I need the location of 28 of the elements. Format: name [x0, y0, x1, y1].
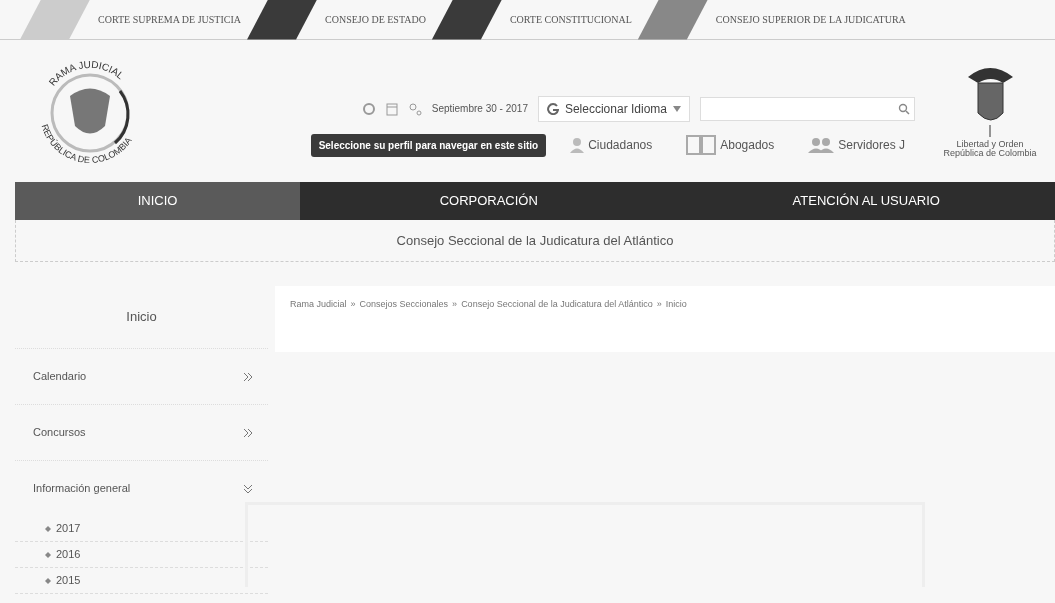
sidebar-item[interactable]: Información general	[15, 460, 268, 516]
breadcrumb-link[interactable]: Consejos Seccionales	[359, 298, 449, 312]
sidebar-subitem[interactable]: 2015	[15, 568, 268, 594]
breadcrumb-separator: »	[452, 298, 458, 311]
nav-tab[interactable]: INICIO	[15, 182, 300, 220]
profile-link[interactable]: Ciudadanos	[560, 136, 663, 154]
country-text: República de Colombia	[943, 148, 1037, 158]
sidebar-item[interactable]: Concursos	[15, 404, 268, 460]
top-link[interactable]: CORTE SUPREMA DE JUSTICIA	[98, 12, 242, 27]
date-text: Septiembre 30 - 2017	[431, 102, 528, 116]
breadcrumb-link[interactable]: Consejo Seccional de la Judicatura del Atlántico	[461, 298, 653, 312]
sidebar-title: Inicio	[126, 308, 157, 327]
sidebar-subitem[interactable]: 2017	[15, 516, 268, 542]
top-link[interactable]: CONSEJO DE ESTADO	[325, 12, 426, 27]
motto-text: Libertad y Orden	[956, 139, 1024, 149]
section-title: Consejo Seccional de la Judicatura del Atlántico	[396, 231, 674, 250]
breadcrumb-link[interactable]: Rama Judicial	[290, 298, 347, 312]
breadcrumb-separator: »	[350, 298, 356, 311]
breadcrumb-separator: »	[656, 298, 662, 311]
top-link[interactable]: CORTE CONSTITUCIONAL	[509, 12, 632, 27]
sidebar-subitem[interactable]: 2016	[15, 542, 268, 568]
language-select[interactable]: Seleccionar Idioma	[537, 95, 690, 122]
top-link[interactable]: CONSEJO SUPERIOR DE LA JUDICATURA	[715, 12, 906, 27]
breadcrumb-link[interactable]: Inicio	[665, 298, 687, 312]
profile-prompt: Seleccione su perfil para navegar en este sitio	[310, 133, 547, 157]
sidebar-item[interactable]: Calendario	[15, 348, 268, 404]
profile-link[interactable]: Abogados	[676, 135, 785, 155]
profile-link[interactable]: Servidores J	[798, 136, 915, 154]
